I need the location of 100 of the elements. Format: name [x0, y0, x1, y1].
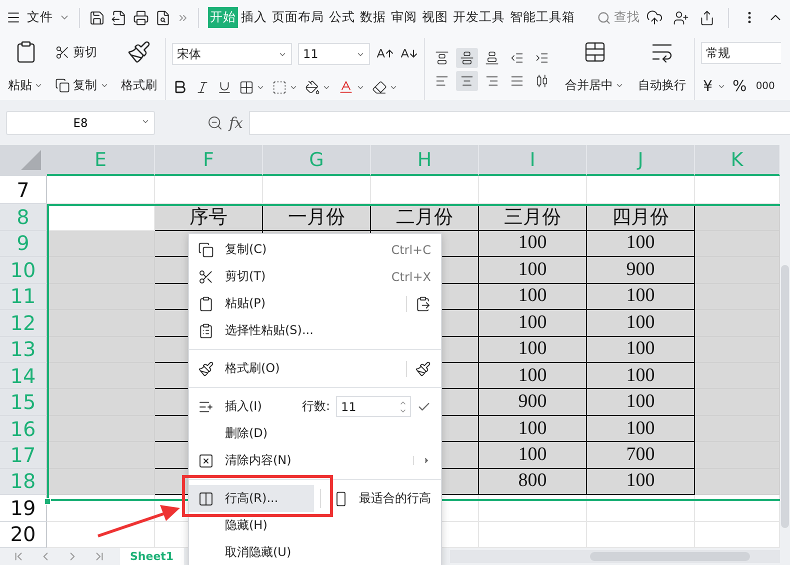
row-header[interactable]: 7	[0, 176, 47, 204]
table-cell: 100	[479, 284, 587, 310]
table-cell: 100	[587, 310, 695, 336]
row-header[interactable]: 19	[0, 495, 47, 522]
font-name-select[interactable]: 宋体	[172, 43, 292, 65]
table-cell: 100	[479, 230, 587, 258]
scissors-icon	[198, 268, 214, 284]
preview-icon[interactable]	[155, 10, 171, 26]
menu-item[interactable]: 删除(D)	[189, 420, 441, 447]
ribbon-tab[interactable]: 页面布局	[270, 7, 326, 28]
export-icon[interactable]	[111, 10, 127, 26]
horizontal-scrollbar[interactable]	[450, 550, 780, 563]
shortcut-label: Ctrl+C	[391, 242, 431, 256]
table-cell: 100	[587, 389, 695, 416]
table-cell: 100	[479, 416, 587, 442]
wrap-text-button[interactable]: 自动换行	[636, 38, 688, 100]
ribbon-tab[interactable]: 视图	[420, 7, 450, 28]
copy-icon	[198, 242, 214, 258]
thousands-button[interactable]: 000	[754, 80, 777, 92]
ribbon-tab[interactable]: 开发工具	[451, 7, 507, 28]
fill-color-icon[interactable]	[305, 80, 320, 94]
align-center-icon[interactable]	[456, 70, 478, 90]
menu-item[interactable]: 粘贴(P)	[189, 290, 441, 317]
font-color-icon[interactable]	[338, 79, 354, 95]
paste-button[interactable]: 粘贴	[6, 38, 45, 100]
clipboard-icon	[198, 296, 214, 312]
cell-reference-field[interactable]: E8	[6, 111, 155, 135]
ribbon-tab[interactable]: 数据	[358, 7, 388, 28]
table-cell: 100	[587, 336, 695, 363]
copy-icon	[55, 78, 70, 93]
scissors-icon	[55, 45, 70, 60]
submenu-arrow-icon	[422, 456, 431, 465]
print-icon[interactable]	[133, 10, 149, 26]
align-middle-icon[interactable]	[456, 48, 478, 68]
menu-icon[interactable]	[6, 10, 21, 25]
shortcut-label: Ctrl+X	[391, 270, 431, 284]
caret-icon	[615, 81, 624, 90]
count-label: 行数:	[302, 398, 330, 415]
percent-button[interactable]: %	[730, 76, 749, 96]
menu-item[interactable]: 插入(I) 行数: 11	[189, 393, 441, 420]
paste-text-icon[interactable]	[415, 296, 431, 312]
merge-center-button[interactable]: 合并居中	[563, 38, 626, 100]
menu-item[interactable]: 格式刷(O)	[189, 355, 441, 382]
table-cell: 100	[479, 310, 587, 336]
table-cell: 100	[587, 468, 695, 496]
share-icon[interactable]	[699, 10, 715, 26]
add-user-icon[interactable]	[673, 10, 689, 26]
save-icon[interactable]	[89, 10, 105, 26]
menu-item[interactable]: 隐藏(H)	[189, 512, 441, 539]
ribbon-tab[interactable]: 公式	[327, 7, 357, 28]
table-cell: 100	[587, 416, 695, 442]
cloud-icon[interactable]	[646, 9, 663, 26]
menu-item[interactable]: 行高(R)...	[189, 485, 314, 512]
menu-item[interactable]: 最适合的行高	[320, 489, 441, 508]
search-icon	[597, 10, 611, 24]
ribbon-tab[interactable]: 插入	[239, 7, 269, 28]
row-height-icon	[198, 490, 214, 506]
underline-icon[interactable]	[217, 80, 232, 94]
menu-item[interactable]: 复制(C) Ctrl+C	[189, 236, 441, 263]
menu-item[interactable]: 剪切(T) Ctrl+X	[189, 263, 441, 290]
table-cell: 700	[587, 442, 695, 469]
brush-icon	[127, 40, 151, 64]
fill-handle[interactable]	[44, 498, 51, 505]
cell-style-icon[interactable]	[272, 80, 287, 94]
copy-button[interactable]: 复制	[53, 76, 111, 95]
table-cell: 100	[479, 442, 587, 469]
font-size-select[interactable]: 11	[298, 43, 370, 65]
brush-icon	[198, 360, 214, 376]
border-icon[interactable]	[239, 80, 254, 94]
table-cell: 100	[479, 257, 587, 284]
menu-item[interactable]: 选择性粘贴(S)...	[189, 317, 441, 344]
ribbon-tab[interactable]: 智能工具箱	[508, 7, 577, 28]
ribbon-tab[interactable]: 审阅	[389, 7, 419, 28]
table-cell: 100	[479, 336, 587, 363]
caret-icon	[34, 81, 43, 90]
table-cell: 100	[479, 362, 587, 390]
file-menu[interactable]: 文件	[27, 9, 53, 26]
table-cell: 800	[479, 468, 587, 496]
row-header[interactable]: 20	[0, 522, 47, 548]
menu-item[interactable]: 取消隐藏(U)	[189, 539, 441, 565]
table-cell: 100	[587, 362, 695, 390]
number-format-select[interactable]: 常规	[701, 42, 781, 64]
function-label[interactable]: fx	[229, 114, 244, 132]
italic-icon[interactable]	[195, 80, 210, 94]
table-cell: 900	[479, 389, 587, 416]
zoom-icon[interactable]	[207, 115, 223, 131]
caret-icon	[141, 117, 150, 126]
caret-icon	[100, 81, 109, 90]
formula-field[interactable]	[249, 111, 790, 135]
merge-icon	[582, 40, 606, 64]
currency-button[interactable]: ¥	[701, 76, 715, 96]
clipboard-icon	[198, 322, 214, 338]
brush-icon[interactable]	[415, 360, 431, 376]
cut-button[interactable]: 剪切	[53, 43, 111, 62]
eraser-icon	[198, 452, 214, 468]
menu-item[interactable]: 清除内容(N)	[189, 447, 441, 474]
format-painter-button[interactable]: 格式刷	[119, 38, 159, 100]
row-count-spinner[interactable]: 11	[336, 396, 411, 417]
eraser-icon[interactable]	[372, 80, 387, 94]
table-cell: 100	[587, 230, 695, 258]
